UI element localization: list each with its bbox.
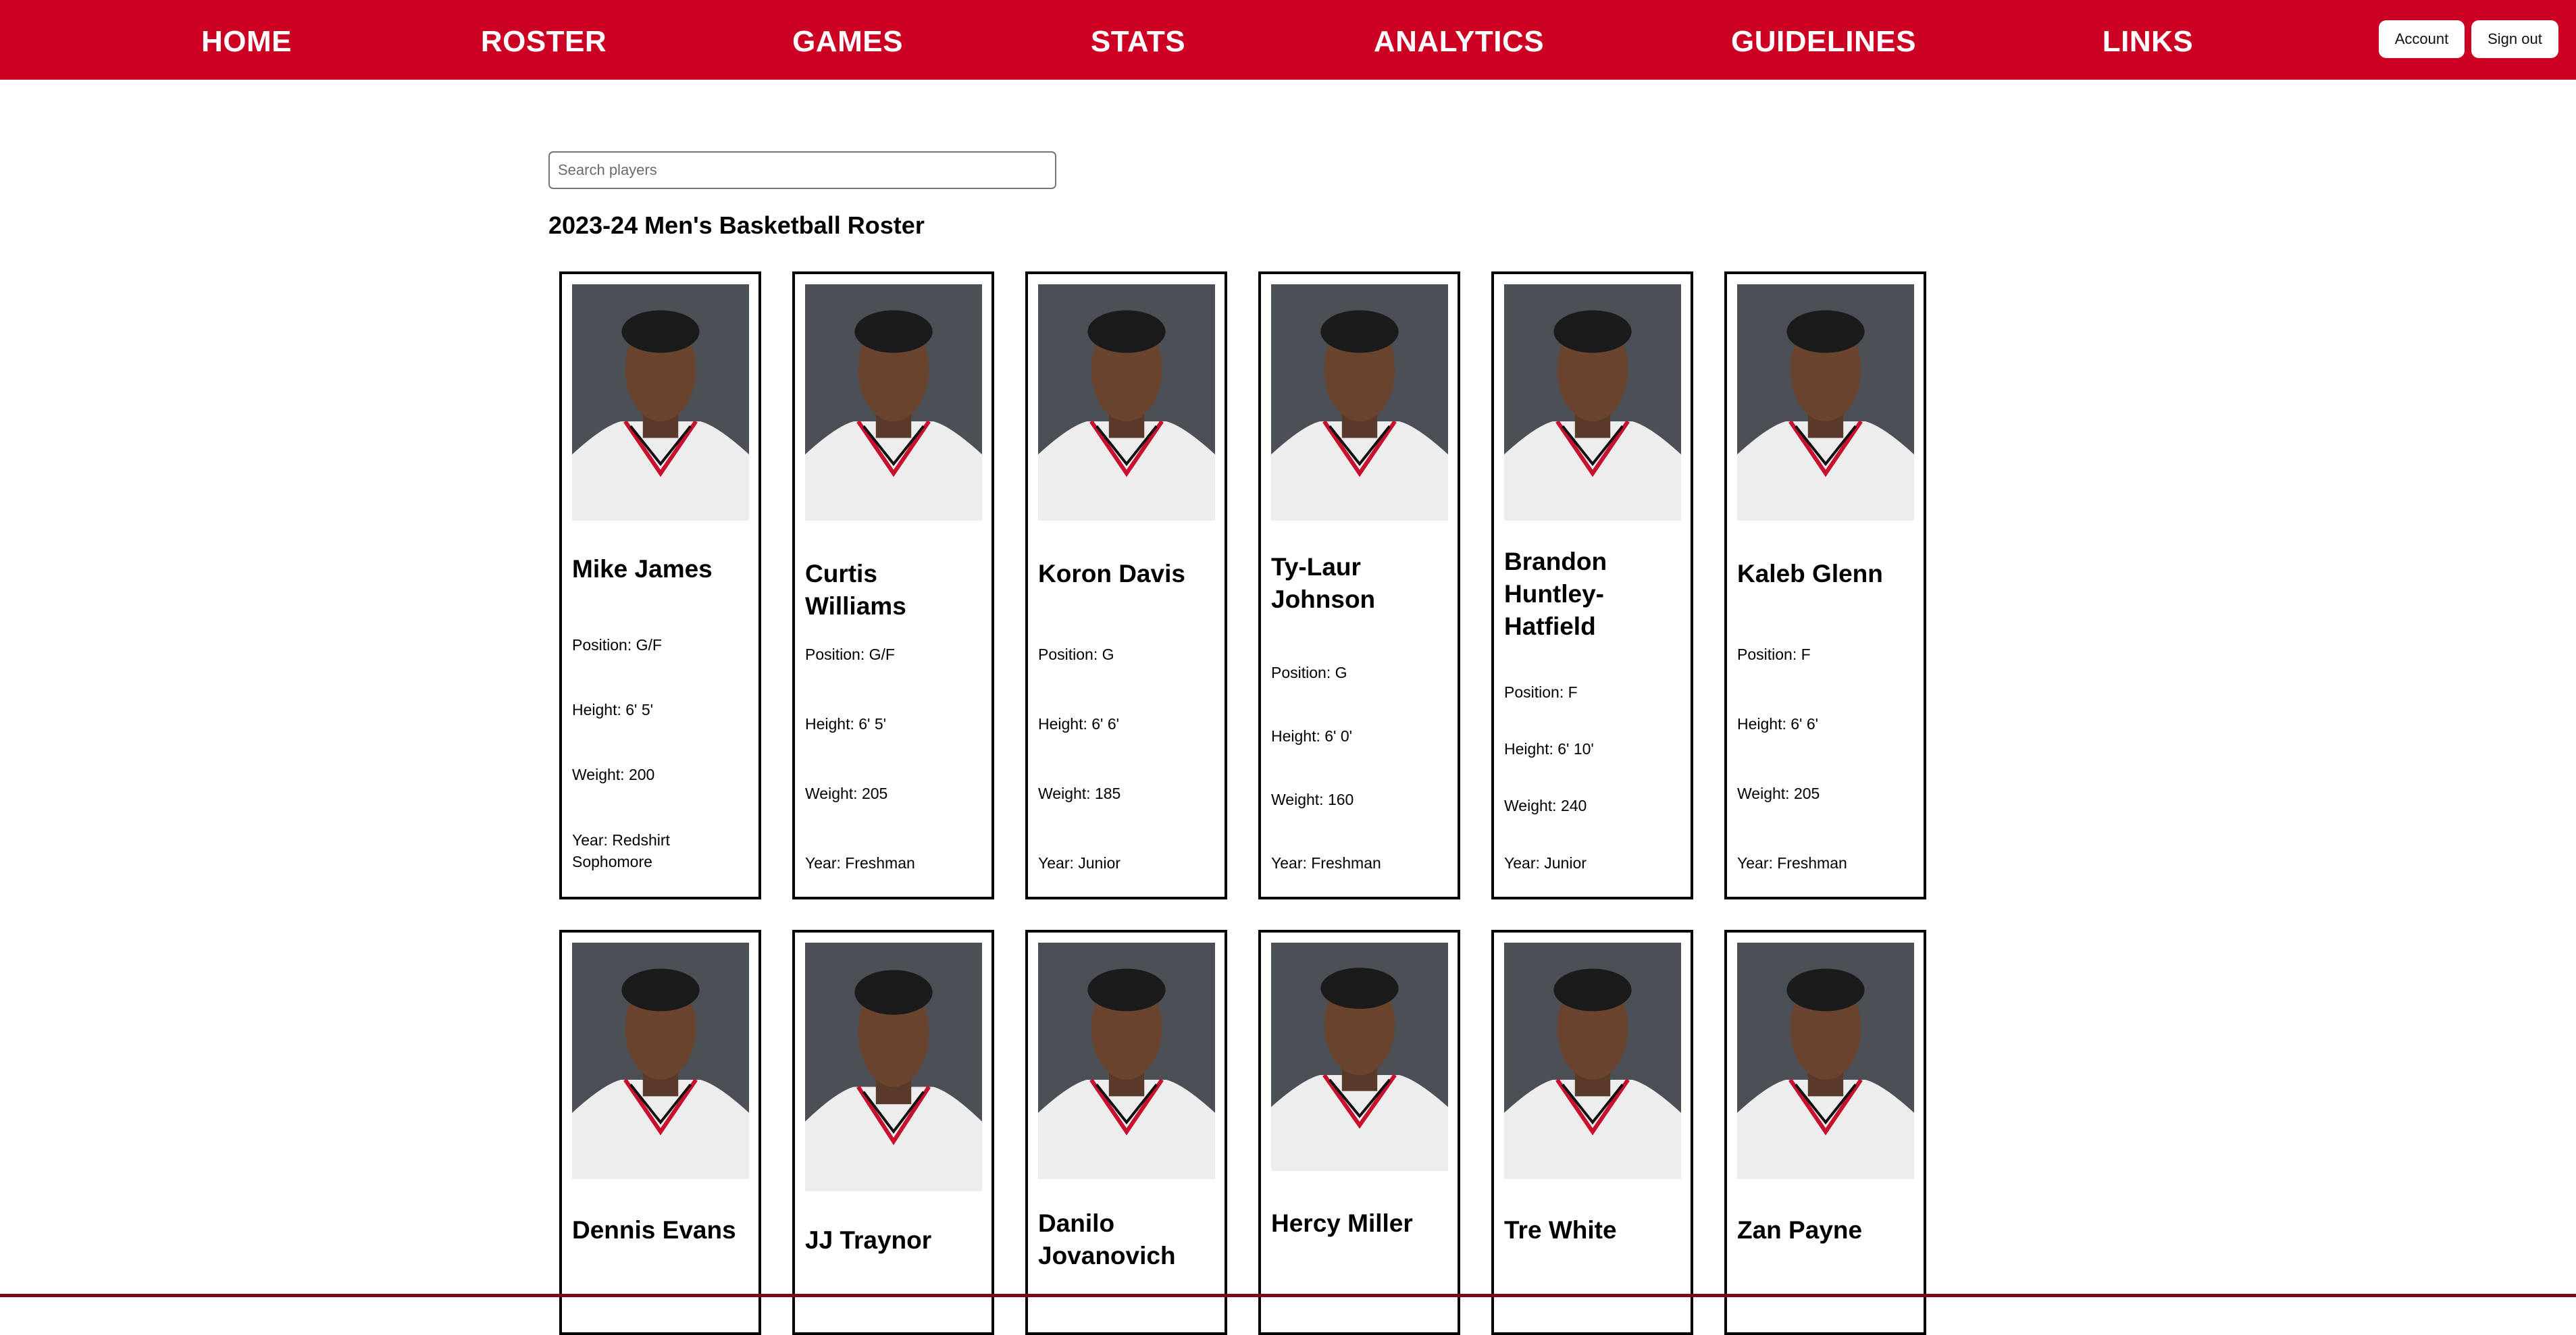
player-position: Position: G/F [805,646,895,663]
player-name: Tre White [1504,1216,1617,1244]
player-name: Hercy Miller [1271,1209,1413,1237]
player-photo [1737,943,1914,1179]
player-height: Height: 6' 6' [1038,715,1120,733]
player-position: Position: G/F [572,636,662,654]
player-position: Position: F [1737,646,1811,663]
player-year: Year: Redshirt Sophomore [572,831,670,870]
player-position: Position: G [1038,646,1114,663]
player-year: Year: Freshman [805,854,915,872]
nav-roster[interactable]: ROSTER [466,0,621,80]
player-name: Mike James [572,555,713,583]
player-height: Height: 6' 5' [805,715,887,733]
player-height: Height: 6' 6' [1737,715,1819,733]
player-card[interactable]: Koron Davis Position: G Height: 6' 6' We… [1025,271,1227,899]
sign-out-button[interactable]: Sign out [2471,20,2558,58]
bottom-edge-line [0,1294,2576,1297]
player-photo [1271,284,1448,521]
player-photo [1038,284,1215,521]
player-photo [1271,943,1448,1171]
player-card[interactable]: Mike James Position: G/F Height: 6' 5' W… [559,271,761,899]
player-photo [1737,284,1914,521]
player-card[interactable]: Hercy Miller [1258,930,1460,1335]
player-name: JJ Traynor [805,1226,932,1254]
page-title: 2023-24 Men's Basketball Roster [548,211,925,239]
player-card[interactable]: Brandon Huntley-Hatfield Position: F Hei… [1491,271,1693,899]
player-name: Koron Davis [1038,560,1185,587]
player-height: Height: 6' 10' [1504,740,1594,758]
player-photo [1504,943,1681,1179]
player-photo [1504,284,1681,521]
account-button[interactable]: Account [2379,20,2465,58]
player-photo [805,284,982,521]
player-name: Kaleb Glenn [1737,560,1883,587]
nav-home[interactable]: HOME [176,0,317,80]
player-card[interactable]: JJ Traynor [792,930,994,1335]
player-card[interactable]: Danilo Jovanovich [1025,930,1227,1335]
player-year: Year: Junior [1038,854,1120,872]
player-photo [1038,943,1215,1179]
player-height: Height: 6' 0' [1271,727,1353,745]
player-year: Year: Freshman [1271,854,1381,872]
player-weight: Weight: 200 [572,766,655,783]
player-year: Year: Freshman [1737,854,1847,872]
player-card[interactable]: Ty-Laur Johnson Position: G Height: 6' 0… [1258,271,1460,899]
player-name: Curtis Williams [805,560,906,620]
player-card[interactable]: Kaleb Glenn Position: F Height: 6' 6' We… [1724,271,1926,899]
player-name: Danilo Jovanovich [1038,1209,1176,1269]
player-weight: Weight: 240 [1504,797,1587,814]
nav-stats[interactable]: STATS [1067,0,1209,80]
nav-games[interactable]: GAMES [770,0,925,80]
player-weight: Weight: 205 [805,785,888,802]
player-position: Position: F [1504,683,1578,701]
player-photo [572,284,749,521]
player-name: Dennis Evans [572,1216,736,1244]
nav-links[interactable]: LINKS [2080,0,2215,80]
player-name: Brandon Huntley-Hatfield [1504,548,1607,640]
player-height: Height: 6' 5' [572,701,654,718]
player-year: Year: Junior [1504,854,1587,872]
player-card[interactable]: Zan Payne [1724,930,1926,1335]
player-photo [572,943,749,1179]
player-card[interactable]: Curtis Williams Position: G/F Height: 6'… [792,271,994,899]
player-position: Position: G [1271,664,1347,681]
player-weight: Weight: 160 [1271,791,1354,808]
nav-guidelines[interactable]: GUIDELINES [1716,0,1932,80]
player-photo [805,943,982,1191]
player-card[interactable]: Dennis Evans [559,930,761,1335]
top-nav-bar: HOME ROSTER GAMES STATS ANALYTICS GUIDEL… [0,0,2576,80]
player-name: Zan Payne [1737,1216,1863,1244]
search-input[interactable] [548,151,1056,189]
player-name: Ty-Laur Johnson [1271,553,1376,613]
player-weight: Weight: 185 [1038,785,1121,802]
nav-analytics[interactable]: ANALYTICS [1358,0,1560,80]
player-card[interactable]: Tre White [1491,930,1693,1335]
player-weight: Weight: 205 [1737,785,1820,802]
